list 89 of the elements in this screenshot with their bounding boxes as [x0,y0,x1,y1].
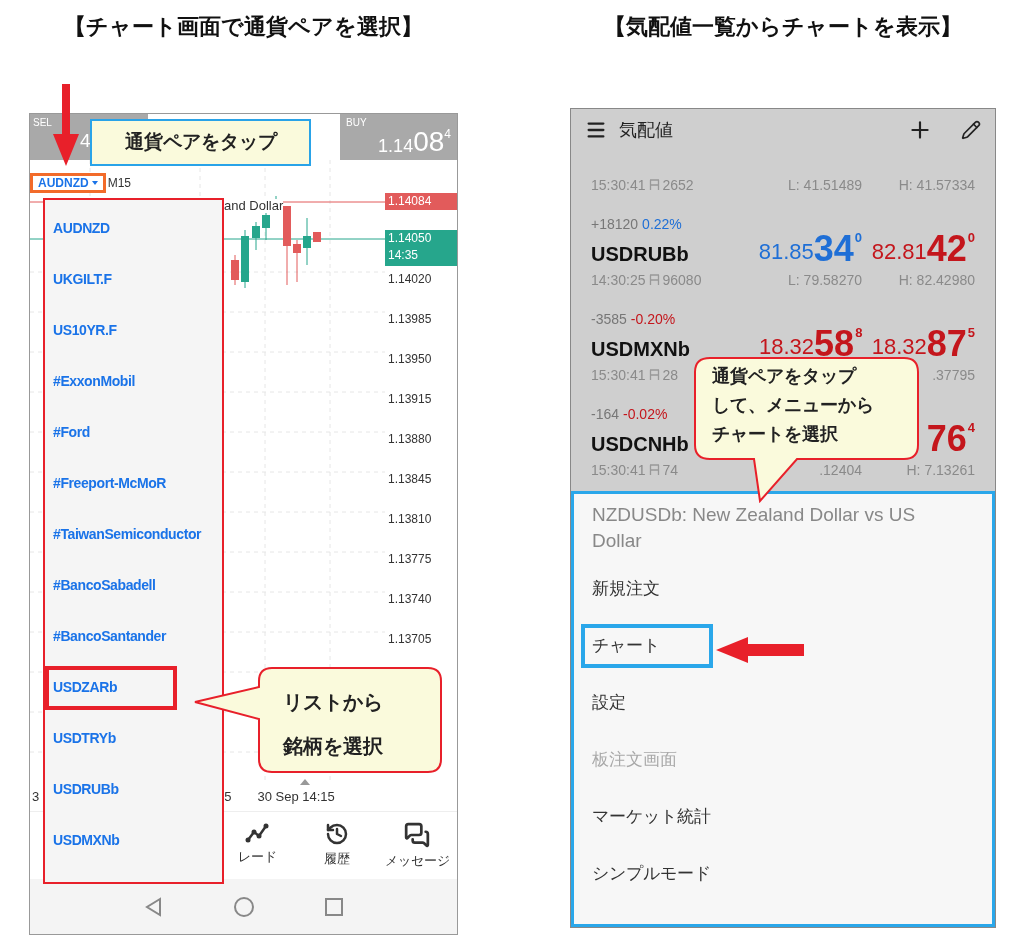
spread-icon [648,274,660,286]
low-price: L: 79.58270 [788,270,862,290]
spread-icon [648,369,660,381]
menu-item[interactable]: チャート [581,623,713,668]
price-axis-label: 1.13845 [387,472,432,486]
spread-icon [648,464,660,476]
spread-value: 28 [662,365,679,385]
menu-title: NZDUSDb: New Zealand Dollar vs US Dollar [592,503,917,553]
symbol-list-item[interactable]: #BancoSantander [45,626,167,647]
messages-icon [404,822,430,848]
symbol-list-item[interactable]: USDTRYb [45,728,116,749]
symbol-description: and Dollar [224,199,284,213]
symbol-list-item[interactable]: USDZARb [45,665,177,710]
symbol-name[interactable]: USDCNHb [591,431,689,457]
price-axis-label: 1.13880 [387,432,432,446]
low-price: L: 41.51489 [788,175,862,195]
callout-text: チャートを選択 [712,423,839,446]
time-axis-label: 5 [224,788,232,807]
symbol-name[interactable]: USDMXNb [591,336,690,362]
spread-value: 2652 [662,175,694,195]
symbol-list-item[interactable]: USDRUBb [45,779,119,800]
quote-time: 14:30:25 [591,270,646,290]
callout-text: 銘柄を選択 [283,734,383,759]
scroll-marker-icon [300,779,310,785]
home-icon[interactable] [232,895,255,918]
menu-item[interactable]: 設定 [592,689,626,716]
price-axis-label: 1.13740 [387,592,432,606]
section-title: 【気配値一覧からチャートを表示】 [604,12,962,41]
quote-time: 15:30:41 [591,460,646,480]
quote-time: 15:30:41 [591,365,646,385]
symbol-list-item[interactable]: USDMXNb [45,830,120,851]
ask-price-tag: 1.14050 14:35 [385,230,457,266]
symbol-list-item[interactable]: #TaiwanSemiconductor [45,524,202,545]
menu-icon[interactable] [585,119,607,141]
hint-tooltip: 通貨ペアをタップ [90,119,311,166]
symbol-list-item[interactable]: #BancoSabadell [45,575,156,596]
history-icon [325,822,349,846]
price-axis-label: 1.13775 [387,552,432,566]
menu-item[interactable]: シンプルモード [592,860,711,887]
change-percent: -0.02% [623,407,668,421]
menu-item[interactable]: マーケット統計 [592,803,711,830]
menu-item[interactable]: 新規注文 [592,575,660,602]
callout-text: リストから [283,690,383,715]
price-axis-label: 1.13950 [387,352,432,366]
change-points: -164 [591,407,620,421]
high-price: H: 7.13261 [906,460,975,480]
change-points: -3585 [591,312,627,326]
change-points: +18120 [591,217,639,231]
edit-icon[interactable] [961,120,981,140]
sell-label: SEL [32,116,52,128]
price-axis-label: 1.13915 [387,392,432,406]
price-axis-label: 1.13810 [387,512,432,526]
high-price: H: 82.42980 [898,270,975,290]
symbol-selector[interactable]: AUDNZD [30,173,106,193]
callout-text: して、メニューから [712,394,874,417]
timeframe-label: M15 [107,175,131,192]
nav-tab[interactable]: メッセージ [377,812,457,879]
price-axis-label: 1.14020 [387,272,432,286]
price-axis-label: 1.13705 [387,632,432,646]
spread-value: 96080 [662,270,702,290]
caret-icon [91,181,98,185]
symbol-list-item[interactable]: #Ford [45,422,90,443]
screen-title: 気配値 [619,118,673,142]
symbol-list-item[interactable]: #ExxonMobil [45,371,135,392]
trend-line-icon [245,822,269,844]
symbol-list-item[interactable]: AUDNZD [45,218,110,239]
spread-value: 74 [662,460,679,480]
symbol-list-item[interactable]: #Freeport-McMoR [45,473,166,494]
buy-label: BUY [345,116,367,128]
time-axis-label: 3 [32,788,40,807]
section-title: 【チャート画面で通貨ペアを選択】 [64,12,423,41]
nav-tab[interactable]: 履歴 [297,812,377,879]
time-axis-label: 30 Sep 14:15 [257,788,335,807]
quote-time: 15:30:41 [591,175,646,195]
sell-price: 4 [80,131,91,150]
low-price: .12404 [819,460,862,480]
symbol-list-item[interactable]: UKGILT.F [45,269,112,290]
high-price: H: 41.57334 [898,175,975,195]
callout-text: 通貨ペアをタップ [712,365,858,388]
high-price: .37795 [932,365,975,385]
nav-tab[interactable]: レード [217,812,297,879]
symbol-list-item[interactable]: US10YR.F [45,320,117,341]
symbol-name[interactable]: USDRUBb [591,241,689,267]
recents-icon[interactable] [322,895,345,918]
spread-icon [648,179,660,191]
bid-price-tag: 1.14084 [385,193,457,210]
change-percent: -0.20% [630,312,676,326]
price-axis-label: 1.13985 [387,312,432,326]
change-percent: 0.22% [642,217,682,231]
